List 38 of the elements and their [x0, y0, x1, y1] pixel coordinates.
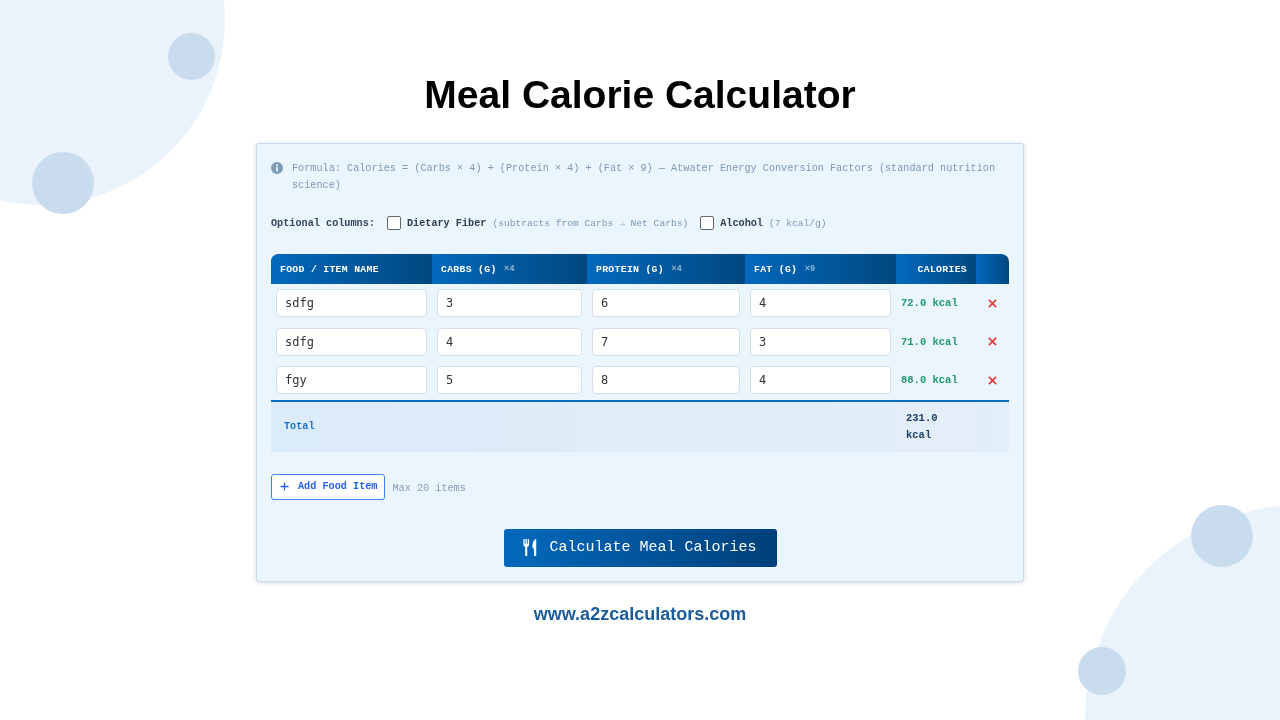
delete-button[interactable] [987, 336, 998, 348]
carbs-field[interactable]: 3 [437, 289, 582, 318]
calculate-button[interactable]: Calculate Meal Calories [503, 528, 777, 567]
row-calories: 88.0 kcal [901, 374, 958, 387]
checkbox[interactable] [700, 216, 715, 230]
website-url: www.a2zcalculators.com [533, 602, 747, 625]
add-food-button[interactable]: Add Food Item [271, 473, 386, 500]
food-name-field[interactable]: fgy [276, 366, 427, 395]
protein-field[interactable]: 7 [592, 327, 740, 356]
formula-text: Formula: Calories = (Carbs × 4) + (Protein × 4) + (Fat × 9) — Atwater Energy Conversion Factors (standard nutrition science) [292, 162, 997, 193]
option-hint: (subtracts from Carbs → Net Carbs) [492, 217, 689, 229]
optional-columns-label: Optional columns: [271, 217, 375, 229]
fat-field[interactable]: 3 [750, 327, 891, 356]
x-icon [988, 375, 997, 385]
x-icon [988, 298, 997, 308]
checkbox[interactable] [386, 216, 401, 230]
carbs-field[interactable]: 5 [437, 366, 582, 395]
x-icon [988, 337, 997, 347]
food-name-field[interactable]: sdfg [276, 327, 427, 356]
protein-field[interactable]: 6 [592, 289, 740, 318]
food-name-field[interactable]: sdfg [276, 289, 427, 318]
limit-note: Max 20 items [392, 482, 466, 494]
row-calories: 72.0 kcal [901, 297, 958, 310]
page-title: Meal Calorie Calculator [424, 72, 856, 118]
fat-field[interactable]: 4 [750, 289, 891, 318]
checkbox-label[interactable]: Alcohol [720, 217, 763, 229]
delete-button[interactable] [987, 297, 998, 309]
fork-knife-icon [523, 539, 538, 556]
plus-icon [280, 482, 289, 491]
info-icon [271, 162, 283, 174]
checkbox-label[interactable]: Dietary Fiber [406, 217, 487, 229]
option-hint: (7 kcal/g) [768, 217, 827, 229]
row-calories: 71.0 kcal [901, 335, 958, 348]
protein-field[interactable]: 8 [592, 366, 740, 395]
delete-button[interactable] [987, 374, 998, 386]
fat-field[interactable]: 4 [750, 366, 891, 395]
carbs-field[interactable]: 4 [437, 327, 582, 356]
total-label: Total [284, 421, 315, 432]
